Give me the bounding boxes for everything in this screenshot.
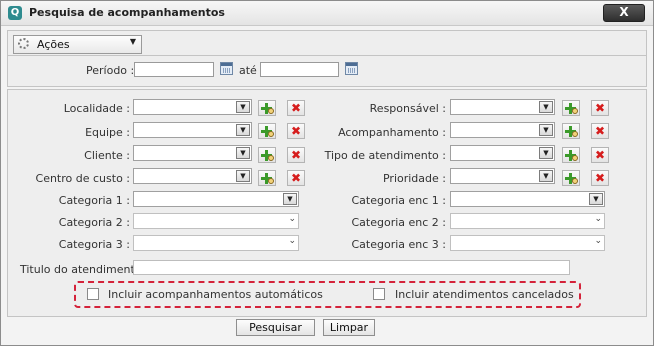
- chevron-down-icon: ▼: [539, 147, 553, 159]
- responsavel-label: Responsável :: [369, 102, 446, 115]
- clear-button[interactable]: Limpar: [323, 319, 375, 336]
- magnifier-icon: [572, 131, 578, 137]
- canceled-tickets-checkbox[interactable]: [373, 288, 385, 300]
- magnifier-icon: [268, 178, 274, 184]
- auto-followups-checkbox[interactable]: [87, 288, 99, 300]
- categoria2-label: Categoria 2 :: [58, 216, 130, 229]
- magnifier-icon: [268, 108, 274, 114]
- tipo-atendimento-label: Tipo de atendimento :: [324, 149, 446, 162]
- search-button[interactable]: Pesquisar: [236, 319, 315, 336]
- localidade-label: Localidade :: [63, 102, 130, 115]
- categoria-enc3-label: Categoria enc 3 :: [351, 238, 446, 251]
- calendar-from-icon[interactable]: [220, 62, 233, 75]
- centro-custo-label: Centro de custo :: [35, 172, 130, 185]
- categoria3-label: Categoria 3 :: [58, 238, 130, 251]
- chevron-down-icon: ⌄: [594, 214, 602, 224]
- auto-followups-label: Incluir acompanhamentos automáticos: [108, 288, 323, 301]
- period-to-input[interactable]: [260, 62, 339, 77]
- localidade-clear-button[interactable]: ✖: [287, 100, 305, 116]
- magnifier-icon: [268, 131, 274, 137]
- magnifier-icon: [572, 108, 578, 114]
- cliente-add-button[interactable]: [258, 147, 276, 163]
- equipe-label: Equipe :: [85, 126, 130, 139]
- acompanhamento-clear-button[interactable]: ✖: [591, 123, 609, 139]
- localidade-select[interactable]: ▼: [133, 99, 252, 115]
- close-button[interactable]: X: [603, 4, 645, 22]
- categoria-enc2-label: Categoria enc 2 :: [351, 216, 446, 229]
- calendar-to-icon[interactable]: [345, 62, 358, 75]
- titulo-label: Titulo do atendimento:: [20, 263, 146, 276]
- equipe-clear-button[interactable]: ✖: [287, 123, 305, 139]
- acompanhamento-label: Acompanhamento :: [338, 126, 446, 139]
- equipe-add-button[interactable]: [258, 123, 276, 139]
- responsavel-select[interactable]: ▼: [450, 99, 555, 115]
- period-separator: até: [239, 64, 257, 77]
- chevron-down-icon: ▼: [539, 170, 553, 182]
- tipo-atendimento-clear-button[interactable]: ✖: [591, 147, 609, 163]
- actions-panel: Ações ▼: [7, 30, 647, 56]
- equipe-select[interactable]: ▼: [133, 122, 252, 138]
- centro-custo-add-button[interactable]: [258, 170, 276, 186]
- chevron-down-icon: ▼: [236, 124, 250, 136]
- chevron-down-icon: ▼: [236, 101, 250, 113]
- chevron-down-icon: ⌄: [594, 236, 602, 246]
- categoria-enc2-select[interactable]: ⌄: [450, 213, 605, 229]
- categoria2-select[interactable]: ⌄: [133, 213, 299, 229]
- chevron-down-icon: ▼: [539, 124, 553, 136]
- chevron-down-icon: ▼: [236, 170, 250, 182]
- categoria3-select[interactable]: ⌄: [133, 235, 299, 251]
- period-from-input[interactable]: [134, 62, 214, 77]
- prioridade-add-button[interactable]: [562, 170, 580, 186]
- chevron-down-icon: ▼: [236, 147, 250, 159]
- actions-label: Ações: [37, 38, 70, 51]
- chevron-down-icon: ▼: [589, 193, 603, 205]
- tipo-atendimento-add-button[interactable]: [562, 147, 580, 163]
- search-dialog: Q Pesquisa de acompanhamentos X Ações ▼ …: [0, 0, 654, 346]
- title-bar: Q Pesquisa de acompanhamentos X: [1, 1, 653, 26]
- tipo-atendimento-select[interactable]: ▼: [450, 145, 555, 161]
- chevron-down-icon: ▼: [539, 101, 553, 113]
- acompanhamento-add-button[interactable]: [562, 123, 580, 139]
- responsavel-clear-button[interactable]: ✖: [591, 100, 609, 116]
- localidade-add-button[interactable]: [258, 100, 276, 116]
- magnifier-icon: [572, 178, 578, 184]
- canceled-tickets-label: Incluir atendimentos cancelados: [395, 288, 574, 301]
- chevron-down-icon: ▼: [129, 37, 136, 46]
- responsavel-add-button[interactable]: [562, 100, 580, 116]
- magnifier-icon: [572, 155, 578, 161]
- centro-custo-select[interactable]: ▼: [133, 168, 252, 184]
- actions-menu-button[interactable]: Ações ▼: [13, 35, 142, 54]
- prioridade-clear-button[interactable]: ✖: [591, 170, 609, 186]
- options-highlight: Incluir acompanhamentos automáticos Incl…: [74, 281, 581, 308]
- magnifier-icon: [268, 155, 274, 161]
- app-logo-icon: Q: [8, 6, 22, 20]
- acompanhamento-select[interactable]: ▼: [450, 122, 555, 138]
- centro-custo-clear-button[interactable]: ✖: [287, 170, 305, 186]
- cliente-clear-button[interactable]: ✖: [287, 147, 305, 163]
- chevron-down-icon: ⌄: [288, 236, 296, 246]
- categoria1-label: Categoria 1 :: [58, 194, 130, 207]
- chevron-down-icon: ⌄: [288, 214, 296, 224]
- categoria-enc3-select[interactable]: ⌄: [450, 235, 605, 251]
- titulo-input[interactable]: [133, 260, 570, 275]
- prioridade-label: Prioridade :: [382, 172, 446, 185]
- cliente-select[interactable]: ▼: [133, 145, 252, 161]
- categoria-enc1-select[interactable]: ▼: [450, 191, 605, 207]
- prioridade-select[interactable]: ▼: [450, 168, 555, 184]
- categoria-enc1-label: Categoria enc 1 :: [351, 194, 446, 207]
- gear-icon: [18, 38, 29, 49]
- cliente-label: Cliente :: [84, 149, 130, 162]
- dialog-title: Pesquisa de acompanhamentos: [29, 6, 225, 19]
- categoria1-select[interactable]: ▼: [133, 191, 299, 207]
- period-label: Período :*: [86, 64, 140, 77]
- chevron-down-icon: ▼: [283, 193, 297, 205]
- period-panel: Período :* até: [7, 55, 647, 87]
